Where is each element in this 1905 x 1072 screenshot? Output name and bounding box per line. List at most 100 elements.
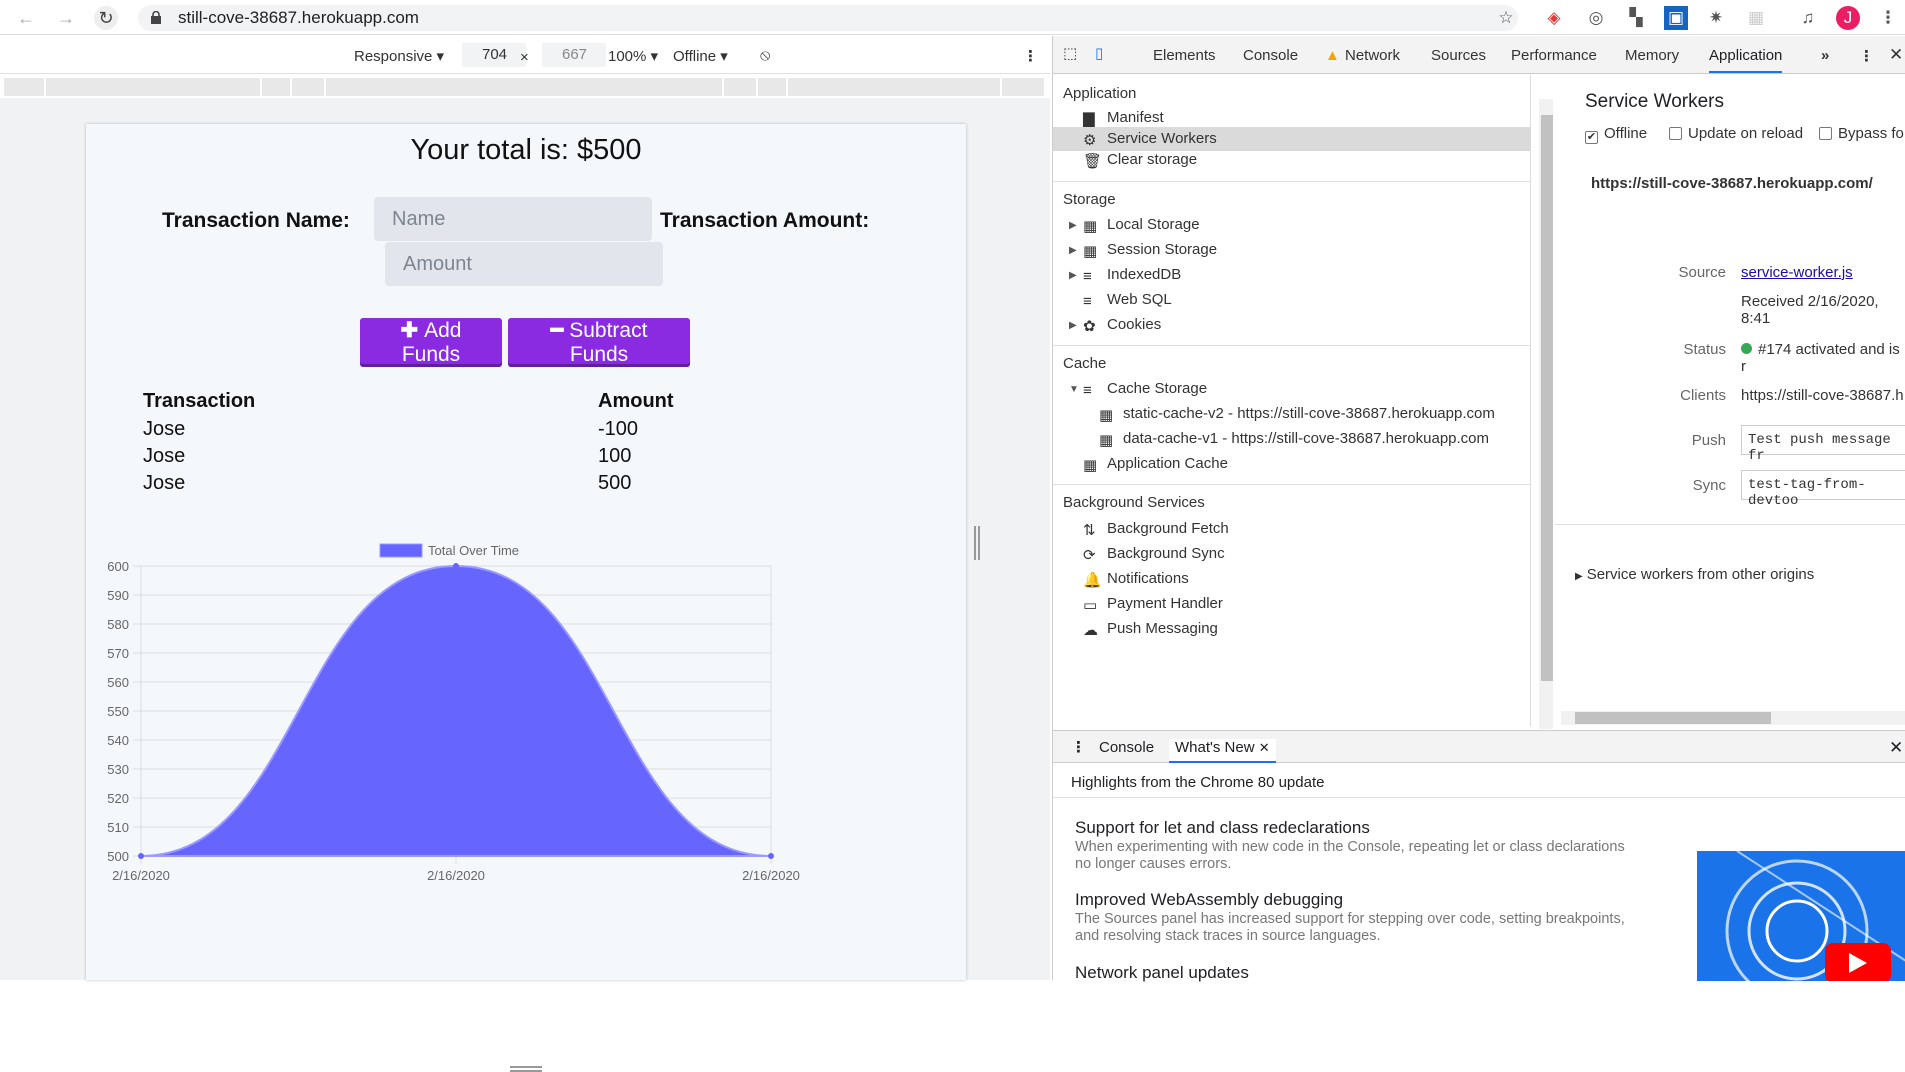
source-link[interactable]: service-worker.js xyxy=(1741,264,1853,281)
drawer-tabbar: ⋮ Console What's New ✕ ✕ xyxy=(1053,731,1905,763)
push-input[interactable]: Test push message fr xyxy=(1741,425,1905,464)
collapse-arrow-icon[interactable]: ▼ xyxy=(1069,384,1079,395)
devtools-menu-icon[interactable]: ⋮ xyxy=(1859,47,1874,65)
extension-icon[interactable]: ▦ xyxy=(1744,6,1768,30)
media-query-segment[interactable] xyxy=(758,78,788,96)
menu-icon[interactable]: ⋮ xyxy=(1876,6,1900,30)
device-toggle-icon[interactable]: ▯ xyxy=(1095,44,1103,62)
extension-icon[interactable]: ◈ xyxy=(1542,6,1566,30)
sidebar-item-clear-storage[interactable]: 🗑 Clear storage xyxy=(1083,148,1197,172)
scrollbar-thumb[interactable] xyxy=(1575,712,1771,724)
bug-icon[interactable]: ✷ xyxy=(1704,6,1728,30)
drawer-tab-console[interactable]: Console xyxy=(1099,739,1154,756)
grid-icon: ▦ xyxy=(1099,432,1114,449)
avatar[interactable]: J xyxy=(1836,6,1860,30)
sidebar-item-cache-storage[interactable]: ≡ Cache Storage xyxy=(1083,377,1207,401)
y-tick-label: 570 xyxy=(107,646,129,661)
device-mode-select[interactable]: Responsive ▾ xyxy=(354,47,444,65)
extension-icon[interactable]: ▚ xyxy=(1624,6,1648,30)
y-tick-label: 510 xyxy=(107,820,129,835)
clients-value[interactable]: https://still-cove-38687.h xyxy=(1741,387,1904,404)
media-query-segment[interactable] xyxy=(292,78,326,96)
zoom-select[interactable]: 100% ▾ xyxy=(608,47,658,65)
devtools-tabbar: ⬚ ▯ Elements Console ▲ Network Sources P… xyxy=(1053,36,1905,74)
update-on-reload-checkbox[interactable]: Update on reload xyxy=(1669,125,1803,142)
sidebar-item-cookies[interactable]: ✿ Cookies xyxy=(1083,313,1161,337)
bypass-checkbox[interactable]: Bypass fo xyxy=(1819,125,1904,142)
tab-network[interactable]: Network xyxy=(1345,47,1400,64)
subtract-funds-button[interactable]: ━ Subtract Funds xyxy=(508,318,690,366)
forward-icon[interactable]: → xyxy=(54,6,78,30)
drawer-tab-whats-new[interactable]: What's New ✕ xyxy=(1169,739,1276,763)
resize-handle-right[interactable] xyxy=(974,526,980,560)
tab-sources[interactable]: Sources xyxy=(1431,47,1486,64)
more-tabs-icon[interactable]: » xyxy=(1821,47,1829,64)
sidebar-scrollbar[interactable] xyxy=(1539,99,1553,729)
tab-application[interactable]: Application xyxy=(1709,47,1783,73)
media-icon[interactable]: ♫ xyxy=(1796,6,1820,30)
sidebar-item-push-messaging[interactable]: ☁ Push Messaging xyxy=(1083,617,1218,641)
sidebar-item-local-storage[interactable]: ▦ Local Storage xyxy=(1083,213,1200,237)
y-tick-label: 500 xyxy=(107,849,129,864)
tab-performance[interactable]: Performance xyxy=(1511,47,1597,64)
whats-new-title[interactable]: Improved WebAssembly debugging xyxy=(1075,890,1343,910)
sidebar-item-indexeddb[interactable]: ≡ IndexedDB xyxy=(1083,263,1181,287)
more-options-icon[interactable]: ⋮ xyxy=(1023,47,1038,65)
sidebar-item-notifications[interactable]: 🔔 Notifications xyxy=(1083,567,1189,591)
amount-input[interactable] xyxy=(385,242,663,286)
whats-new-title[interactable]: Support for let and class redeclarations xyxy=(1075,818,1370,838)
close-drawer-icon[interactable]: ✕ xyxy=(1889,738,1903,758)
media-query-segment[interactable] xyxy=(788,78,1002,96)
height-input[interactable]: 667 xyxy=(542,43,606,67)
add-funds-button[interactable]: ✚ Add Funds xyxy=(360,318,502,366)
media-query-segment[interactable] xyxy=(262,78,292,96)
tab-console[interactable]: Console xyxy=(1243,47,1298,64)
extension-icon[interactable]: ◎ xyxy=(1584,6,1608,30)
devtools-panel: ⬚ ▯ Elements Console ▲ Network Sources P… xyxy=(1052,36,1905,983)
sidebar-item-session-storage[interactable]: ▦ Session Storage xyxy=(1083,238,1217,262)
grid-icon: ▦ xyxy=(1083,457,1098,474)
extension-icon[interactable]: ▣ xyxy=(1664,6,1688,30)
media-query-segment[interactable] xyxy=(1002,78,1046,96)
tab-elements[interactable]: Elements xyxy=(1153,47,1216,64)
sync-input[interactable]: test-tag-from-devtoo xyxy=(1741,470,1905,509)
address-bar[interactable]: still-cove-38687.herokuapp.com xyxy=(138,5,1518,31)
whats-new-title[interactable]: Network panel updates xyxy=(1075,963,1249,983)
rotate-icon[interactable]: ⦸ xyxy=(760,47,770,65)
star-icon[interactable]: ☆ xyxy=(1494,6,1518,30)
expand-arrow-icon[interactable]: ▶ xyxy=(1069,270,1077,281)
tab-memory[interactable]: Memory xyxy=(1625,47,1679,64)
media-query-segment[interactable] xyxy=(46,78,262,96)
width-input[interactable]: 704 xyxy=(462,43,526,67)
throttle-select[interactable]: Offline ▾ xyxy=(673,47,728,65)
media-query-segment[interactable] xyxy=(326,78,724,96)
media-query-segment[interactable] xyxy=(724,78,758,96)
name-input[interactable] xyxy=(374,197,652,241)
offline-checkbox[interactable]: ✔ Offline xyxy=(1585,125,1647,144)
scrollbar-thumb[interactable] xyxy=(1541,115,1553,681)
sidebar-item-web-sql[interactable]: ≡ Web SQL xyxy=(1083,288,1172,312)
expand-arrow-icon[interactable]: ▶ xyxy=(1069,220,1077,231)
reload-icon[interactable]: ↻ xyxy=(94,6,118,30)
close-icon[interactable]: ✕ xyxy=(1889,45,1903,65)
sidebar-item-static-cache[interactable]: ▦ static-cache-v2 - https://still-cove-38… xyxy=(1099,402,1495,426)
sidebar-item-payment-handler[interactable]: ▭ Payment Handler xyxy=(1083,592,1223,616)
media-query-segment[interactable] xyxy=(4,78,46,96)
source-label: Source xyxy=(1678,264,1726,281)
sidebar-item-application-cache[interactable]: ▦ Application Cache xyxy=(1083,452,1228,476)
back-icon[interactable]: ← xyxy=(14,6,38,30)
grid-icon: ▦ xyxy=(1099,407,1114,424)
resize-handle-bottom[interactable] xyxy=(510,1066,542,1072)
file-icon: ▇ xyxy=(1083,111,1095,128)
horizontal-scrollbar[interactable] xyxy=(1561,711,1905,725)
inspect-icon[interactable]: ⬚ xyxy=(1063,44,1077,62)
drawer-menu-icon[interactable]: ⋮ xyxy=(1071,738,1086,756)
other-origins-toggle[interactable]: ▶ Service workers from other origins xyxy=(1575,566,1814,583)
expand-arrow-icon[interactable]: ▶ xyxy=(1069,245,1077,256)
sidebar-item-data-cache[interactable]: ▦ data-cache-v1 - https://still-cove-3868… xyxy=(1099,427,1489,451)
sidebar-item-background-sync[interactable]: ⟳ Background Sync xyxy=(1083,542,1225,566)
expand-arrow-icon[interactable]: ▶ xyxy=(1069,320,1077,331)
sidebar-item-background-fetch[interactable]: ⇅ Background Fetch xyxy=(1083,517,1229,541)
video-thumbnail[interactable] xyxy=(1697,851,1905,981)
close-tab-icon[interactable]: ✕ xyxy=(1259,740,1270,755)
